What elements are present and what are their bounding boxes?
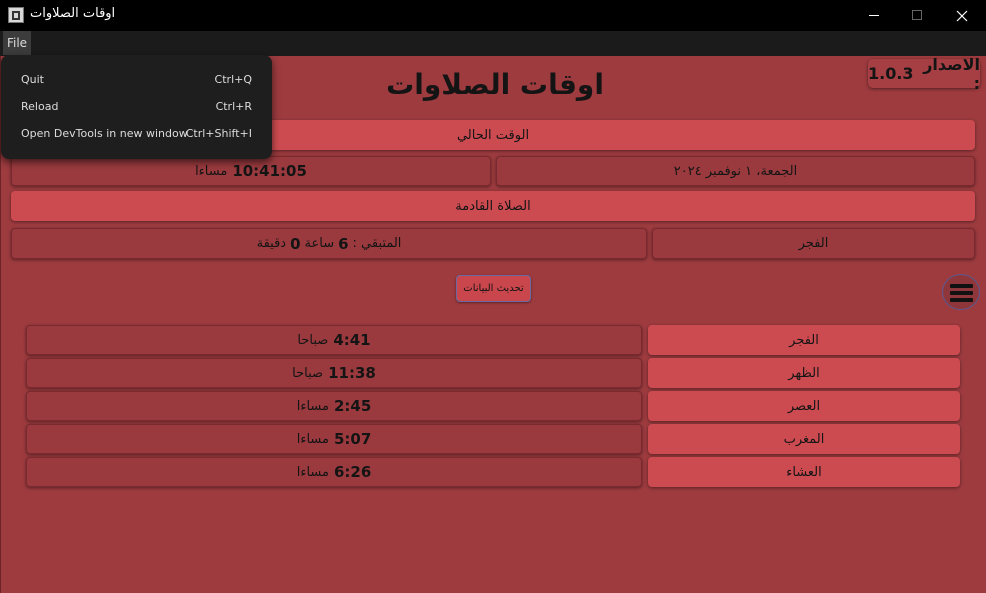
remaining-time: المتبقي : 6 ساعة 0 دقيقة <box>11 228 647 259</box>
hamburger-menu-icon <box>950 284 973 288</box>
maximize-icon <box>912 10 922 20</box>
version-badge: الاصدار : 1.0.3 <box>868 55 980 93</box>
time-display: 10:41:05 مساءا <box>11 156 491 186</box>
close-button[interactable] <box>939 0 984 31</box>
update-data-button[interactable]: تحديث البيانات <box>456 275 531 302</box>
version-label: الاصدار : <box>923 54 980 93</box>
prayer-name-fajr: الفجر <box>648 325 960 355</box>
prayer-name-asr: العصر <box>648 391 960 421</box>
prayer-name-dhuhr: الظهر <box>648 358 960 388</box>
menu-bar <box>0 31 986 56</box>
minutes-word: دقيقة <box>256 236 287 251</box>
remaining-label: المتبقي : <box>352 236 402 251</box>
menu-item-quit[interactable]: Quit Ctrl+Q <box>1 70 272 92</box>
hamburger-menu-button[interactable] <box>942 274 980 310</box>
prayer-time-fajr: 4:41 صباحا <box>26 325 642 355</box>
prayer-time-maghrib: 5:07 مساءا <box>26 424 642 454</box>
next-prayer-header-label: الصلاة القادمة <box>455 198 531 214</box>
next-prayer-header: الصلاة القادمة <box>11 191 975 221</box>
time-suffix: مساءا <box>195 163 228 179</box>
hours-word: ساعة <box>304 236 335 251</box>
update-data-button-label: تحديث البيانات <box>463 283 524 294</box>
file-dropdown-menu: Quit Ctrl+Q Reload Ctrl+R Open DevTools … <box>1 55 272 159</box>
minimize-icon <box>869 15 879 16</box>
prayer-time-isha: 6:26 مساءا <box>26 457 642 487</box>
app-icon <box>8 7 24 23</box>
title-bar: اوقات الصلاوات <box>0 0 986 31</box>
next-prayer-name-text: الفجر <box>798 236 829 251</box>
prayer-time-dhuhr: 11:38 صباحا <box>26 358 642 388</box>
minimize-button[interactable] <box>851 0 896 31</box>
remaining-minutes: 0 <box>290 234 301 253</box>
date-display: الجمعة، ١ نوفمبر ٢٠٢٤ <box>496 156 975 186</box>
menu-item-devtools[interactable]: Open DevTools in new window Ctrl+Shift+I <box>1 124 272 146</box>
prayer-name-isha: العشاء <box>648 457 960 487</box>
window-title: اوقات الصلاوات <box>30 6 116 21</box>
remaining-hours: 6 <box>338 234 349 253</box>
page-heading: اوقات الصلاوات <box>386 68 604 101</box>
close-icon <box>956 10 968 22</box>
current-time-header-label: الوقت الحالي <box>456 127 530 143</box>
maximize-button[interactable] <box>894 0 939 31</box>
time-value: 10:41:05 <box>232 162 307 180</box>
prayer-time-asr: 2:45 مساءا <box>26 391 642 421</box>
next-prayer-name: الفجر <box>652 228 975 259</box>
file-menu-button[interactable]: File <box>3 31 31 55</box>
menu-item-reload[interactable]: Reload Ctrl+R <box>1 97 272 119</box>
date-text: الجمعة، ١ نوفمبر ٢٠٢٤ <box>673 163 798 179</box>
version-number: 1.0.3 <box>868 64 914 83</box>
prayer-name-maghrib: المغرب <box>648 424 960 454</box>
